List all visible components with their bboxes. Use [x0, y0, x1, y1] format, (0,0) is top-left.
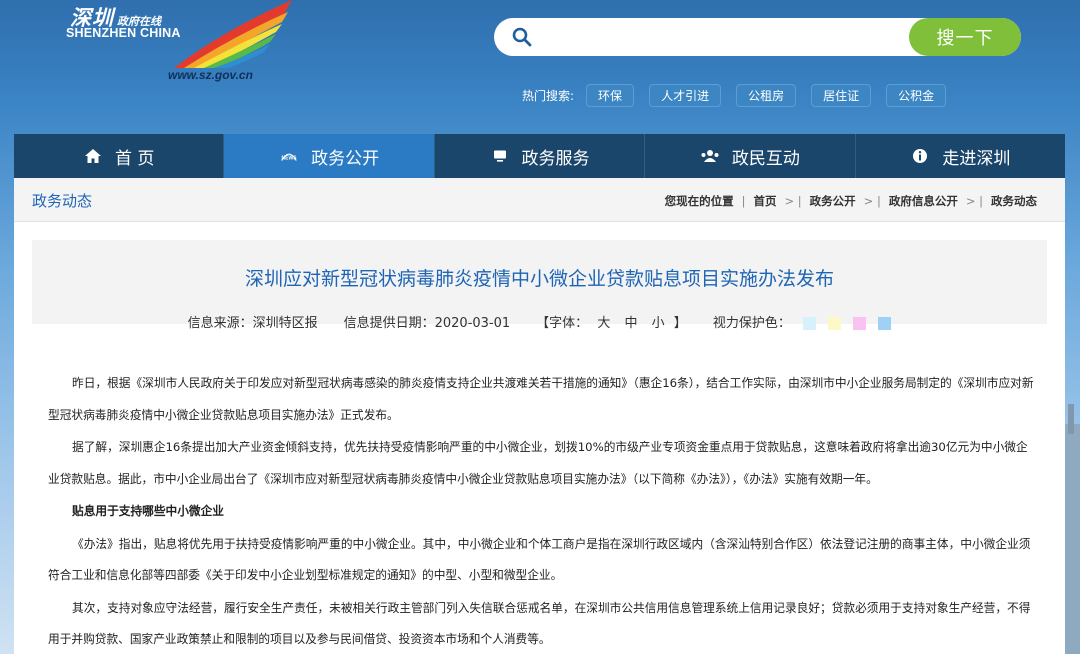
hot-search: 热门搜索: 环保 人才引进 公租房 居住证 公积金 [522, 84, 961, 107]
search-icon [512, 27, 532, 47]
logo-english-title: SHENZHEN CHINA [66, 26, 181, 40]
search-bar: 搜一下 [494, 18, 1021, 56]
svg-text:NEWS: NEWS [282, 156, 298, 162]
article-paragraph: 其次，支持对象应守法经营，履行安全生产责任，未被相关行政主管部门列入失信联合惩戒… [48, 600, 1031, 647]
hot-tag-2[interactable]: 人才引进 [649, 84, 722, 107]
hot-search-label: 热门搜索: [522, 89, 575, 103]
breadcrumb-separator: > | [965, 194, 983, 208]
logo-url: www.sz.gov.cn [168, 68, 253, 82]
eye-care-swatch-3[interactable] [853, 317, 867, 330]
site-logo[interactable]: 深圳 政府在线 SHENZHEN CHINA www.sz.gov.cn [64, 0, 292, 96]
site-header: 深圳 政府在线 SHENZHEN CHINA www.sz.gov.cn 搜一下 … [0, 0, 1080, 132]
font-size-medium[interactable]: 中 [624, 316, 637, 331]
article-paragraph: 据了解，深圳惠企16条提出加大产业资金倾斜支持，优先扶持受疫情影响严重的中小微企… [48, 440, 1028, 486]
article-body: 昨日，根据《深圳市人民政府关于印发应对新型冠状病毒感染的肺炎疫情支持企业共渡难关… [48, 368, 1038, 654]
hot-tag-3[interactable]: 公租房 [736, 84, 797, 107]
home-icon [83, 146, 103, 166]
nav-label: 政务公开 [311, 148, 380, 169]
info-icon [910, 146, 930, 166]
nav-label: 政民互动 [731, 148, 800, 169]
font-size-label: 【字体： [536, 316, 589, 331]
breadcrumb-separator: > | [863, 194, 881, 208]
breadcrumb-item-info-disclosure[interactable]: 政府信息公开 [889, 193, 958, 209]
nav-label: 走进深圳 [942, 148, 1011, 169]
article-paragraph: 昨日，根据《深圳市人民政府关于印发应对新型冠状病毒感染的肺炎疫情支持企业共渡难关… [48, 376, 1034, 422]
eye-care-label: 视力保护色： [712, 316, 791, 331]
section-title: 政务动态 [32, 192, 93, 210]
article-subheading: 贴息用于支持哪些中小微企业 [72, 504, 224, 518]
breadcrumb-divider: | [741, 194, 746, 208]
article-title: 深圳应对新型冠状病毒肺炎疫情中小微企业贷款贴息项目实施办法发布 [244, 268, 834, 290]
nav-item-gov-services[interactable]: 政务服务 [435, 134, 646, 178]
article-content: 深圳应对新型冠状病毒肺炎疫情中小微企业贷款贴息项目实施办法发布 信息来源：深圳特… [14, 222, 1065, 654]
breadcrumb-separator: > | [784, 194, 802, 208]
breadcrumb-item-gov-affairs[interactable]: 政务公开 [810, 193, 856, 209]
article-meta: 信息来源：深圳特区报 信息提供日期：2020-03-01 【字体： 大 中 小 … [32, 312, 1047, 331]
nav-label: 政务服务 [521, 148, 590, 169]
breadcrumb-item-news[interactable]: 政务动态 [991, 193, 1037, 209]
search-button[interactable]: 搜一下 [909, 18, 1021, 56]
news-icon: NEWS [279, 146, 299, 166]
hot-tag-5[interactable]: 公积金 [886, 84, 947, 107]
eye-care-swatch-4[interactable] [878, 317, 892, 330]
people-icon [700, 146, 720, 166]
font-size-end: 】 [673, 316, 687, 331]
hot-tag-1[interactable]: 环保 [586, 84, 635, 107]
nav-item-interaction[interactable]: 政民互动 [645, 134, 856, 178]
background-skyline [1065, 404, 1080, 654]
nav-label: 首 页 [115, 148, 155, 169]
breadcrumb: 您现在的位置 | 首页 > | 政务公开 > | 政府信息公开 > | 政务动态 [665, 193, 1037, 209]
breadcrumb-bar: 政务动态 您现在的位置 | 首页 > | 政务公开 > | 政府信息公开 > |… [14, 178, 1065, 222]
font-size-large[interactable]: 大 [597, 316, 610, 331]
nav-item-about-shenzhen[interactable]: 走进深圳 [856, 134, 1065, 178]
hot-tag-4[interactable]: 居住证 [811, 84, 872, 107]
article-source: 信息来源：深圳特区报 [187, 316, 318, 331]
article-date: 信息提供日期：2020-03-01 [343, 316, 511, 331]
breadcrumb-prefix: 您现在的位置 [664, 194, 734, 208]
article-paragraph: 《办法》指出，贴息将优先用于扶持受疫情影响严重的中小微企业。其中，中小微企业和个… [48, 536, 1031, 583]
nav-item-gov-affairs[interactable]: NEWS 政务公开 [224, 134, 435, 178]
eye-care-swatch-2[interactable] [828, 317, 842, 330]
font-size-small[interactable]: 小 [652, 316, 665, 331]
eye-care-swatch-1[interactable] [802, 317, 816, 330]
breadcrumb-item-home[interactable]: 首页 [753, 193, 776, 209]
monitor-icon [490, 146, 510, 166]
eye-care-control: 视力保护色： [713, 312, 892, 331]
article-header: 深圳应对新型冠状病毒肺炎疫情中小微企业贷款贴息项目实施办法发布 信息来源：深圳特… [32, 240, 1047, 331]
main-nav: 首 页 NEWS 政务公开 政务服务 政民互动 走进深圳 [14, 134, 1065, 178]
font-size-control: 【字体： 大 中 小 】 [536, 312, 687, 331]
nav-item-home[interactable]: 首 页 [14, 134, 225, 178]
search-input[interactable] [542, 24, 892, 50]
rainbow-swoosh-logo [174, 0, 292, 68]
